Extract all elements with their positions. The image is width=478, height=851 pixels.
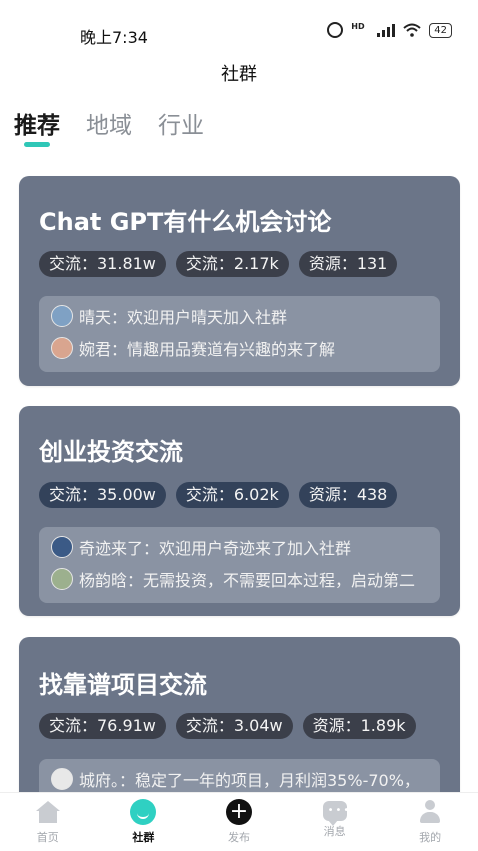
- nav-publish[interactable]: + 发布: [191, 793, 287, 851]
- recent-messages: 奇迹来了：欢迎用户奇迹来了加入社群 杨韵晗：无需投资，不需要回本过程，启动第二: [39, 527, 440, 603]
- message-icon: •••: [322, 801, 349, 826]
- nav-label: 我的: [419, 831, 442, 844]
- recent-messages: 晴天：欢迎用户晴天加入社群 婉君：情趣用品赛道有兴趣的来了解: [39, 296, 440, 372]
- active-tab-indicator: [24, 142, 50, 147]
- community-card[interactable]: 创业投资交流 交流：35.00w 交流：6.02k 资源：438 奇迹来了：欢迎…: [19, 406, 460, 616]
- tab-label: 地域: [86, 113, 132, 139]
- community-card[interactable]: Chat GPT有什么机会讨论 交流：31.81w 交流：2.17k 资源：13…: [19, 176, 460, 386]
- stat-chip: 资源：131: [298, 251, 398, 277]
- tab-industry[interactable]: 行业: [158, 106, 204, 140]
- tab-label: 推荐: [14, 113, 60, 139]
- category-tabs: 推荐 地域 行业: [14, 106, 204, 147]
- avatar: [51, 337, 73, 359]
- wifi-icon: [403, 23, 421, 37]
- nav-label: 首页: [36, 831, 59, 844]
- message-row: 奇迹来了：欢迎用户奇迹来了加入社群: [39, 531, 440, 563]
- stat-chip: 资源：438: [298, 482, 398, 508]
- message-text: 婉君：情趣用品赛道有兴趣的来了解: [79, 340, 336, 359]
- home-icon: [35, 799, 61, 825]
- nav-community[interactable]: 社群: [96, 793, 192, 851]
- stat-chip: 交流：76.91w: [39, 713, 166, 739]
- stat-chip: 交流：35.00w: [39, 482, 166, 508]
- status-time: 晚上7:34: [80, 28, 148, 47]
- message-row: 杨韵晗：无需投资，不需要回本过程，启动第二: [39, 563, 440, 595]
- tab-recommended[interactable]: 推荐: [14, 106, 60, 147]
- publish-plus-icon: +: [225, 799, 252, 825]
- page-title: 社群: [221, 64, 257, 85]
- profile-icon: [417, 799, 443, 825]
- avatar: [51, 568, 73, 590]
- stat-chip: 交流：3.04w: [175, 713, 293, 739]
- bottom-nav: 首页 社群 + 发布 ••• 消息 我的: [0, 792, 478, 851]
- stat-chip: 资源：1.89k: [302, 713, 416, 739]
- message-row: 晴天：欢迎用户晴天加入社群: [39, 300, 440, 332]
- card-title: 找靠谱项目交流: [39, 671, 207, 699]
- tab-region[interactable]: 地域: [86, 106, 132, 140]
- community-icon: [130, 799, 157, 825]
- card-title: Chat GPT有什么机会讨论: [39, 208, 332, 236]
- avatar: [51, 305, 73, 327]
- message-row: 城府。：稳定了一年的项目，月利润35%-70%，: [39, 763, 440, 795]
- nav-home[interactable]: 首页: [0, 793, 96, 851]
- card-stats: 交流：76.91w 交流：3.04w 资源：1.89k: [39, 713, 416, 739]
- avatar: [51, 768, 73, 790]
- message-text: 杨韵晗：无需投资，不需要回本过程，启动第二: [79, 571, 416, 590]
- stat-chip: 交流：31.81w: [39, 251, 166, 277]
- message-text: 晴天：欢迎用户晴天加入社群: [79, 308, 288, 327]
- card-title: 创业投资交流: [39, 438, 183, 466]
- card-stats: 交流：31.81w 交流：2.17k 资源：131: [39, 251, 398, 277]
- signal-icon: [377, 23, 396, 37]
- nav-messages[interactable]: ••• 消息: [287, 793, 383, 851]
- stat-chip: 交流：2.17k: [175, 251, 289, 277]
- battery-indicator: 42: [429, 22, 452, 38]
- tab-label: 行业: [158, 113, 204, 139]
- nav-label: 发布: [227, 831, 250, 844]
- alarm-icon: [327, 22, 344, 38]
- status-icons: HD 42: [327, 22, 452, 38]
- avatar: [51, 536, 73, 558]
- card-stats: 交流：35.00w 交流：6.02k 资源：438: [39, 482, 398, 508]
- message-row: 婉君：情趣用品赛道有兴趣的来了解: [39, 332, 440, 364]
- message-text: 城府。：稳定了一年的项目，月利润35%-70%，: [79, 771, 420, 790]
- stat-chip: 交流：6.02k: [175, 482, 289, 508]
- status-bar: 晚上7:34 HD 42: [0, 0, 478, 60]
- nav-label: 社群: [132, 831, 155, 844]
- message-text: 奇迹来了：欢迎用户奇迹来了加入社群: [79, 539, 352, 558]
- hd-icon: HD: [351, 22, 365, 31]
- nav-profile[interactable]: 我的: [382, 793, 478, 851]
